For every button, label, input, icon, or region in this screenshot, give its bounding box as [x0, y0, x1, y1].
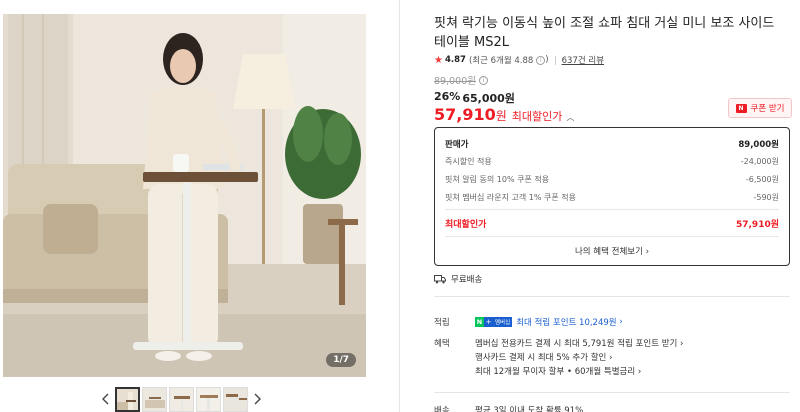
divider [445, 209, 779, 210]
coupon-button-label: 쿠폰 받기 [750, 104, 785, 114]
shipping-label: 무료배송 [451, 275, 483, 285]
chevron-right-icon: › [635, 367, 642, 377]
points-text: 최대 적립 포인트 10,249원 [516, 318, 617, 328]
final-price-unit: 원 [495, 109, 507, 123]
separator [554, 55, 556, 65]
benefit-text: 멤버십 전용카드 결제 시 최대 5,791원 적립 포인트 받기 [475, 339, 678, 349]
points-label: 적립 [434, 318, 450, 328]
plus-icon: + [484, 317, 493, 327]
section-divider [434, 392, 790, 393]
delivery-text: 평균 3일 이내 도착 확률 91% [475, 406, 584, 412]
breakdown-value: -24,000원 [740, 157, 779, 166]
chevron-right-icon: › [677, 339, 684, 349]
chevron-left-icon [102, 393, 109, 405]
star-icon: ★ [434, 54, 443, 66]
chevron-right-icon: › [606, 353, 613, 363]
price-breakdown: 판매가 89,000원 즉시할인 적용 -24,000원 핏쳐 알림 동의 10… [434, 127, 790, 266]
price-info-icon[interactable]: i [478, 75, 488, 85]
discounted-price: 65,000원 [462, 92, 515, 105]
breakdown-label: 핏쳐 멤버십 라운지 고객 1% 쿠폰 적용 [445, 193, 576, 202]
benefit-item[interactable]: 행사카드 결제 시 최대 5% 추가 할인 › [475, 351, 612, 363]
product-gallery: 1/7 [0, 0, 400, 412]
coupon-button[interactable]: N 쿠폰 받기 [728, 98, 792, 118]
benefits-label: 혜택 [434, 339, 450, 349]
view-all-benefits-link[interactable]: 나의 혜택 전체보기 › [435, 245, 789, 257]
breakdown-label: 판매가 [445, 140, 469, 150]
info-icon[interactable]: i [536, 55, 546, 65]
rating-detail-close: ) [545, 55, 549, 65]
breakdown-value: 89,000원 [738, 140, 779, 150]
breakdown-value: -590원 [753, 193, 779, 202]
benefit-item[interactable]: 멤버십 전용카드 결제 시 최대 5,791원 적립 포인트 받기 › [475, 337, 683, 349]
breakdown-value: -6,500원 [745, 175, 779, 184]
final-price-row: 57,910 원 최대할인가 ︿ [434, 105, 574, 124]
discount-row: 26% 65,000원 [434, 90, 515, 106]
npay-membership-badge: N + 멤버십 [475, 317, 513, 327]
thumbnail-4[interactable] [196, 386, 221, 412]
breakdown-row: 판매가 89,000원 [445, 138, 779, 150]
npay-logo-icon: N [475, 317, 484, 327]
breakdown-row: 즉시할인 적용 -24,000원 [445, 156, 779, 167]
benefit-item[interactable]: 최대 12개월 무이자 할부 • 60개월 특별금리 › [475, 365, 641, 377]
breakdown-label: 즉시할인 적용 [445, 157, 492, 166]
breakdown-label: 핏쳐 알림 동의 10% 쿠폰 적용 [445, 175, 550, 184]
rating-row: ★ 4.87 (최근 6개월 4.88 i) 637건 리뷰 [434, 54, 604, 67]
original-price-row: 89,000원 i [434, 73, 488, 87]
breakdown-total-label: 최대할인가 [445, 220, 487, 230]
image-counter: 1/7 [326, 353, 356, 367]
main-product-image[interactable]: 1/7 [3, 14, 366, 377]
product-title: 핏쳐 락기능 이동식 높이 조절 쇼파 침대 거실 미니 보조 사이드 테이블 … [434, 16, 775, 50]
thumbnail-5[interactable] [223, 386, 248, 412]
original-price: 89,000원 [434, 76, 476, 87]
section-divider [434, 296, 790, 297]
final-price-label: 최대할인가 [511, 110, 563, 123]
delivery-label: 배송 [434, 406, 450, 412]
thumbnail-next-button[interactable] [249, 386, 265, 412]
breakdown-total-row: 최대할인가 57,910원 [445, 217, 779, 230]
benefit-text: 최대 12개월 무이자 할부 • 60개월 특별금리 [475, 367, 636, 377]
final-price: 57,910 [434, 105, 496, 124]
breakdown-row: 핏쳐 멤버십 라운지 고객 1% 쿠폰 적용 -590원 [445, 192, 779, 203]
membership-tag: 멤버십 [493, 317, 513, 327]
shipping-row: 무료배송 [434, 273, 482, 285]
breakdown-total-value: 57,910원 [735, 220, 779, 230]
chevron-right-icon: › [645, 247, 650, 257]
thumbnail-1[interactable] [115, 386, 140, 412]
points-row[interactable]: N + 멤버십 최대 적립 포인트 10,249원 › [475, 316, 623, 328]
thumbnail-2[interactable] [142, 386, 167, 412]
coupon-icon: N [735, 103, 747, 113]
thumbnail-prev-button[interactable] [98, 386, 114, 412]
thumbnail-3[interactable] [169, 386, 194, 412]
product-photo [3, 14, 366, 377]
chevron-up-icon[interactable]: ︿ [566, 112, 574, 123]
breakdown-row: 핏쳐 알림 동의 10% 쿠폰 적용 -6,500원 [445, 174, 779, 185]
discount-rate: 26% [434, 90, 461, 103]
truck-icon [434, 274, 446, 283]
panel-divider [399, 0, 400, 412]
chevron-right-icon: › [616, 317, 623, 327]
product-info-panel: 핏쳐 락기능 이동식 높이 조절 쇼파 침대 거실 미니 보조 사이드 테이블 … [434, 0, 796, 412]
view-all-benefits-label: 나의 혜택 전체보기 [574, 247, 643, 257]
rating-detail: (최근 6개월 4.88 [468, 56, 534, 66]
divider [445, 236, 779, 237]
thumbnail-strip [98, 386, 265, 412]
chevron-right-icon [254, 393, 261, 405]
rating-value: 4.87 [444, 55, 466, 65]
review-count-link[interactable]: 637건 리뷰 [562, 54, 604, 66]
benefit-text: 행사카드 결제 시 최대 5% 추가 할인 [475, 353, 607, 363]
